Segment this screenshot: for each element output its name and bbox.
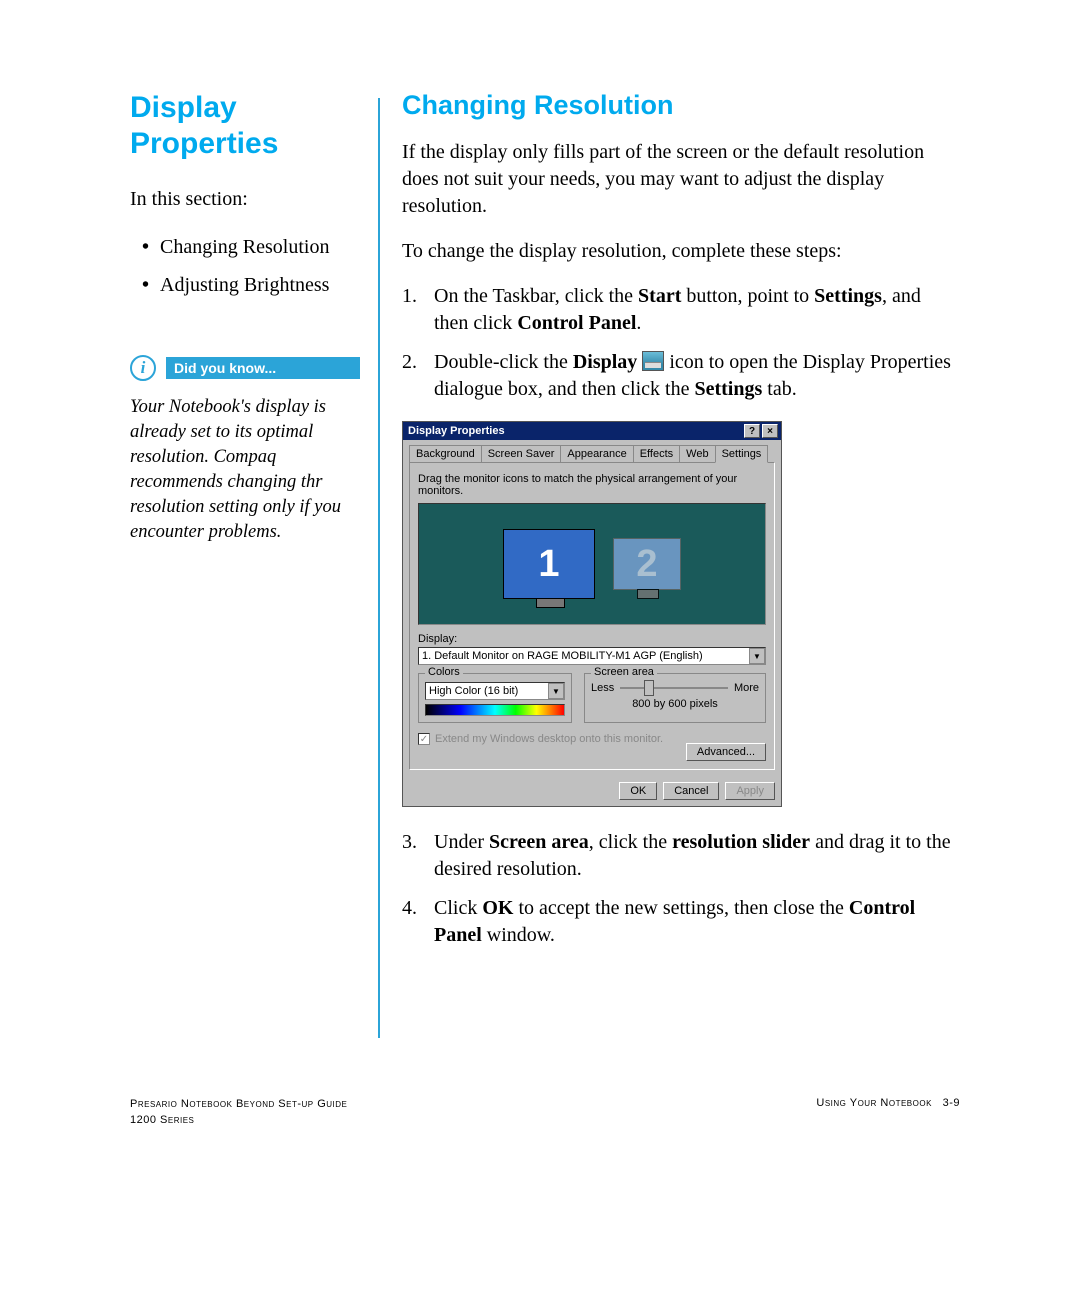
resolution-slider[interactable] xyxy=(620,687,728,689)
subsection-heading: Changing Resolution xyxy=(402,90,960,121)
tab-screensaver[interactable]: Screen Saver xyxy=(481,445,562,462)
bold-start: Start xyxy=(638,285,681,307)
colors-screenarea-row: Colors High Color (16 bit) ▼ Screen area… xyxy=(418,673,766,723)
display-combo[interactable]: 1. Default Monitor on RAGE MOBILITY-M1 A… xyxy=(418,647,766,665)
dialog-button-row: OK Cancel Apply xyxy=(403,776,781,806)
monitor-1-icon[interactable]: 1 xyxy=(503,529,595,599)
advanced-button[interactable]: Advanced... xyxy=(686,743,766,761)
monitor-2-icon[interactable]: 2 xyxy=(613,538,681,590)
left-column: Display Properties In this section: Chan… xyxy=(130,90,360,1038)
tab-effects[interactable]: Effects xyxy=(633,445,680,462)
bold-display: Display xyxy=(573,351,637,373)
colors-group: Colors High Color (16 bit) ▼ xyxy=(418,673,572,723)
step4-text-b: to accept the new settings, then close t… xyxy=(513,897,848,919)
close-button[interactable]: × xyxy=(762,424,778,438)
display-properties-dialog: Display Properties ? × Background Screen… xyxy=(402,421,782,807)
dyk-header: i Did you know... xyxy=(130,355,360,381)
chevron-down-icon[interactable]: ▼ xyxy=(548,683,564,699)
cancel-button[interactable]: Cancel xyxy=(663,782,719,800)
colors-group-label: Colors xyxy=(425,666,463,678)
dialog-title-text: Display Properties xyxy=(408,425,505,437)
chevron-down-icon[interactable]: ▼ xyxy=(749,648,765,664)
step3-text-b: , click the xyxy=(589,831,672,853)
slider-more-label: More xyxy=(734,682,759,694)
colors-combo-value: High Color (16 bit) xyxy=(429,685,518,697)
step-4: Click OK to accept the new settings, the… xyxy=(402,895,960,949)
settings-tab-body: Drag the monitor icons to match the phys… xyxy=(409,462,775,770)
display-icon xyxy=(642,351,664,371)
bold-resolution-slider: resolution slider xyxy=(672,831,810,853)
footer-series: 1200 Series xyxy=(130,1113,347,1128)
toc-item-adjusting-brightness: Adjusting Brightness xyxy=(130,269,360,301)
step4-text-a: Click xyxy=(434,897,482,919)
step1-text-d: . xyxy=(636,312,641,334)
extend-label: Extend my Windows desktop onto this moni… xyxy=(435,733,663,745)
step2-text-a: Double-click the xyxy=(434,351,573,373)
color-gradient-bar xyxy=(425,704,565,716)
step3-text-a: Under xyxy=(434,831,489,853)
page-footer: Presario Notebook Beyond Set-up Guide 12… xyxy=(130,1097,960,1128)
info-icon: i xyxy=(130,355,156,381)
display-combo-value: 1. Default Monitor on RAGE MOBILITY-M1 A… xyxy=(422,650,703,662)
tabs-row: Background Screen Saver Appearance Effec… xyxy=(409,444,775,462)
resolution-slider-row: Less More xyxy=(591,682,759,694)
screen-area-group-label: Screen area xyxy=(591,666,657,678)
dyk-text: Your Notebook's display is already set t… xyxy=(130,395,360,545)
bold-settings: Settings xyxy=(814,285,882,307)
step4-text-c: window. xyxy=(482,924,555,946)
toc-item-changing-resolution: Changing Resolution xyxy=(130,231,360,263)
bold-control-panel: Control Panel xyxy=(517,312,636,334)
step-2: Double-click the Display icon to open th… xyxy=(402,349,960,403)
resolution-readout: 800 by 600 pixels xyxy=(591,698,759,710)
display-field-label: Display: xyxy=(418,633,766,645)
did-you-know-box: i Did you know... Your Notebook's displa… xyxy=(130,355,360,545)
slider-less-label: Less xyxy=(591,682,614,694)
steps-list: On the Taskbar, click the Start button, … xyxy=(402,283,960,403)
dyk-label: Did you know... xyxy=(166,357,360,379)
section-title: Display Properties xyxy=(130,90,360,162)
apply-button[interactable]: Apply xyxy=(725,782,775,800)
dialog-titlebar: Display Properties ? × xyxy=(403,422,781,440)
page-content: Display Properties In this section: Chan… xyxy=(0,0,1080,1038)
monitor-instruction: Drag the monitor icons to match the phys… xyxy=(418,473,766,497)
monitor-arrangement[interactable]: 1 2 xyxy=(418,503,766,625)
step1-text-a: On the Taskbar, click the xyxy=(434,285,638,307)
right-column: Changing Resolution If the display only … xyxy=(402,90,960,1038)
toc-list: Changing Resolution Adjusting Brightness xyxy=(130,231,360,301)
step2-text-c: tab. xyxy=(762,378,796,400)
step1-text-b: button, point to xyxy=(681,285,814,307)
intro-paragraph: If the display only fills part of the sc… xyxy=(402,139,960,220)
tab-web[interactable]: Web xyxy=(679,445,715,462)
step-3: Under Screen area, click the resolution … xyxy=(402,829,960,883)
footer-guide-title: Presario Notebook Beyond Set-up Guide xyxy=(130,1097,347,1112)
in-this-section-label: In this section: xyxy=(130,186,360,213)
steps-list-cont: Under Screen area, click the resolution … xyxy=(402,829,960,949)
colors-combo[interactable]: High Color (16 bit) ▼ xyxy=(425,682,565,700)
footer-chapter: Using Your Notebook xyxy=(816,1097,932,1109)
footer-right: Using Your Notebook 3-9 xyxy=(816,1097,960,1128)
tab-appearance[interactable]: Appearance xyxy=(560,445,633,462)
step-1: On the Taskbar, click the Start button, … xyxy=(402,283,960,337)
lead-sentence: To change the display resolution, comple… xyxy=(402,238,960,265)
vertical-divider xyxy=(378,98,380,1038)
footer-left: Presario Notebook Beyond Set-up Guide 12… xyxy=(130,1097,347,1128)
ok-button[interactable]: OK xyxy=(619,782,657,800)
footer-page-number: 3-9 xyxy=(943,1097,960,1109)
titlebar-buttons: ? × xyxy=(744,424,778,438)
help-button[interactable]: ? xyxy=(744,424,760,438)
bold-ok: OK xyxy=(482,897,513,919)
bold-screen-area: Screen area xyxy=(489,831,589,853)
screen-area-group: Screen area Less More 800 by 600 pixels xyxy=(584,673,766,723)
bold-settings-tab: Settings xyxy=(694,378,762,400)
extend-checkbox[interactable]: ✓ xyxy=(418,733,430,745)
slider-thumb[interactable] xyxy=(644,680,654,696)
tab-settings[interactable]: Settings xyxy=(715,445,769,463)
tab-background[interactable]: Background xyxy=(409,445,482,462)
